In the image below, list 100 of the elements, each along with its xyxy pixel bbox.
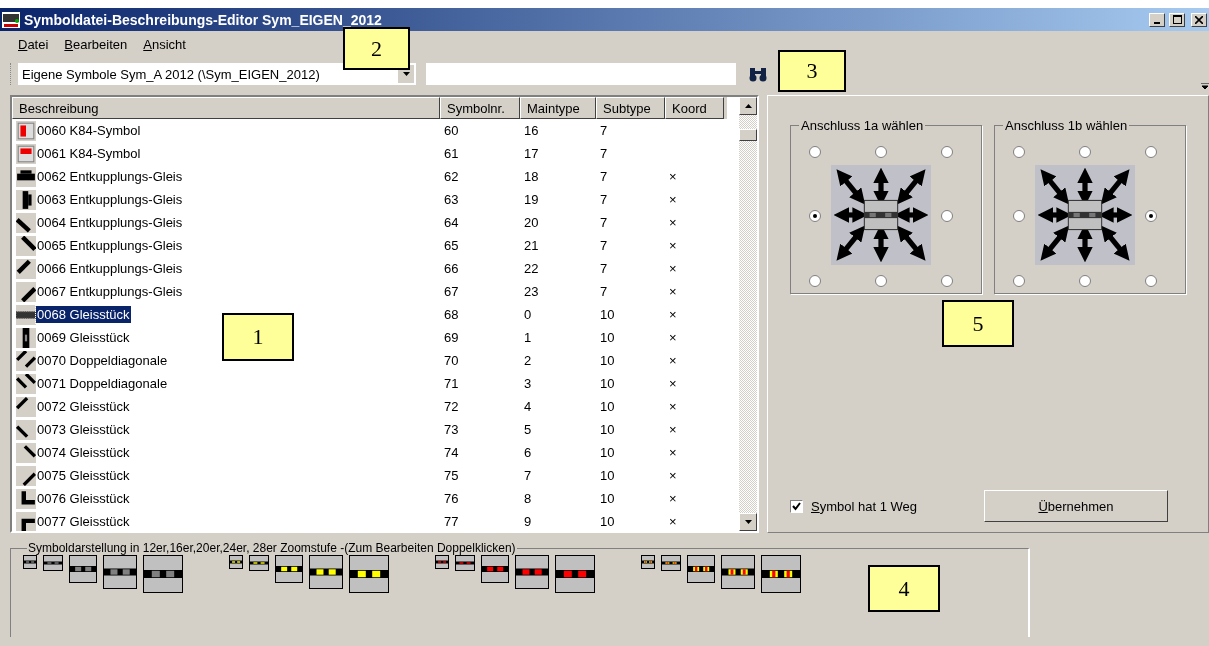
radio-button[interactable] [941, 210, 953, 222]
track-symbol-preview[interactable] [455, 555, 475, 571]
track-symbol-preview[interactable] [249, 555, 269, 571]
symbol-name[interactable]: 0065 Entkupplungs-Gleis [36, 237, 184, 254]
track-symbol-icon [16, 120, 36, 141]
track-symbol-preview[interactable] [661, 555, 681, 571]
table-cell: 3 [524, 376, 532, 391]
search-field[interactable] [426, 63, 736, 85]
track-symbol-preview[interactable] [229, 555, 243, 569]
file-select[interactable]: Eigene Symbole Sym_A 2012 (\Sym_EIGEN_2012) [18, 63, 416, 85]
scroll-thumb[interactable] [739, 129, 757, 141]
track-symbol-preview[interactable] [69, 555, 97, 583]
symbol-name[interactable]: 0075 Gleisstück [36, 467, 131, 484]
track-symbol-preview[interactable] [23, 555, 37, 569]
callout-label: 1 [222, 313, 294, 361]
table-cell: 10 [600, 353, 615, 368]
radio-button[interactable] [1013, 146, 1025, 158]
table-cell: 68 [444, 307, 459, 322]
symbol-name[interactable]: 0061 K84-Symbol [36, 145, 142, 162]
radio-button[interactable] [875, 275, 887, 287]
symbol-name[interactable]: 0062 Entkupplungs-Gleis [36, 168, 184, 185]
group-title: Anschluss 1b wählen [1004, 118, 1129, 133]
radio-button[interactable] [1079, 146, 1091, 158]
column-header[interactable]: Maintype [520, 97, 596, 119]
apply-button[interactable]: Übernehmen [984, 490, 1168, 522]
track-symbol-preview[interactable] [275, 555, 303, 583]
scroll-up-button[interactable] [739, 97, 757, 115]
close-button[interactable] [1191, 12, 1207, 27]
track-symbol-preview[interactable] [687, 555, 715, 583]
app-logo-icon [2, 11, 20, 28]
binoculars-icon[interactable] [748, 66, 768, 82]
table-cell: 7 [600, 169, 608, 184]
radio-button[interactable] [875, 146, 887, 158]
track-symbol-preview[interactable] [309, 555, 343, 589]
symbol-name[interactable]: 0066 Entkupplungs-Gleis [36, 260, 184, 277]
scroll-down-button[interactable] [739, 513, 757, 531]
radio-button[interactable] [1079, 275, 1091, 287]
menu-item[interactable]: Datei [12, 34, 55, 54]
symbol-name[interactable]: 0073 Gleisstück [36, 421, 131, 438]
cross-mark: × [669, 468, 677, 483]
table-cell: 22 [524, 261, 539, 276]
symbol-name[interactable]: 0071 Doppeldiagonale [36, 375, 169, 392]
table-cell: 61 [444, 146, 459, 161]
track-symbol-icon [16, 511, 36, 531]
menu-item[interactable]: Bearbeiten [58, 34, 134, 54]
radio-button[interactable] [1145, 275, 1157, 287]
table-cell: 10 [600, 468, 615, 483]
radio-button[interactable] [1013, 210, 1025, 222]
symbol-name[interactable]: 0074 Gleisstück [36, 444, 131, 461]
radio-button[interactable] [809, 146, 821, 158]
radio-button[interactable] [809, 275, 821, 287]
radio-button[interactable] [1145, 210, 1157, 222]
track-symbol-preview[interactable] [721, 555, 755, 589]
symbol-name[interactable]: 0064 Entkupplungs-Gleis [36, 214, 184, 231]
radio-button[interactable] [941, 275, 953, 287]
close-icon [1195, 15, 1203, 24]
track-symbol-preview[interactable] [435, 555, 449, 569]
track-symbol-preview[interactable] [481, 555, 509, 583]
track-symbol-icon [16, 212, 36, 233]
symbol-name[interactable]: 0077 Gleisstück [36, 513, 131, 530]
checkbox[interactable] [790, 499, 803, 513]
track-symbol-preview[interactable] [555, 555, 595, 593]
symbol-name[interactable]: 0063 Entkupplungs-Gleis [36, 191, 184, 208]
radio-button[interactable] [1013, 275, 1025, 287]
chevron-icon[interactable] [1201, 83, 1209, 89]
menu-item[interactable]: Ansicht [137, 34, 192, 54]
symbol-name[interactable]: 0070 Doppeldiagonale [36, 352, 169, 369]
table-cell: 10 [600, 307, 615, 322]
track-symbol-preview[interactable] [143, 555, 183, 593]
table-cell: 16 [524, 123, 539, 138]
track-symbol-preview[interactable] [43, 555, 63, 571]
radio-button[interactable] [809, 210, 821, 222]
radio-button[interactable] [941, 146, 953, 158]
track-symbol-preview[interactable] [515, 555, 549, 589]
track-symbol-preview[interactable] [349, 555, 389, 593]
symbol-name[interactable]: 0069 Gleisstück [36, 329, 131, 346]
scrollbar[interactable] [739, 97, 757, 531]
table-cell: 7 [600, 284, 608, 299]
symbol-name[interactable]: 0060 K84-Symbol [36, 122, 142, 139]
radio-button[interactable] [1145, 146, 1157, 158]
track-symbol-preview[interactable] [641, 555, 655, 569]
track-symbol-preview[interactable] [761, 555, 801, 593]
maximize-button[interactable] [1169, 12, 1185, 27]
column-header[interactable]: Subtype [596, 97, 665, 119]
symbol-name[interactable]: 0068 Gleisstück [36, 306, 131, 323]
track-symbol-icon [16, 488, 36, 509]
minimize-button[interactable] [1149, 12, 1165, 27]
symbol-name[interactable]: 0072 Gleisstück [36, 398, 131, 415]
track-symbol-icon [16, 189, 36, 210]
symbol-name[interactable]: 0067 Entkupplungs-Gleis [36, 283, 184, 300]
track-symbol-icon [16, 166, 36, 187]
track-symbol-preview[interactable] [103, 555, 137, 589]
symbol-name[interactable]: 0076 Gleisstück [36, 490, 131, 507]
column-header[interactable]: Koord [665, 97, 724, 119]
column-header[interactable]: Beschreibung [12, 97, 440, 119]
window-title: Symboldatei-Beschreibungs-Editor Sym_EIGEN_2012 [24, 11, 382, 28]
column-header[interactable]: Symbolnr. [440, 97, 520, 119]
table-cell: 64 [444, 215, 459, 230]
cross-mark: × [669, 215, 677, 230]
table-cell: 18 [524, 169, 539, 184]
